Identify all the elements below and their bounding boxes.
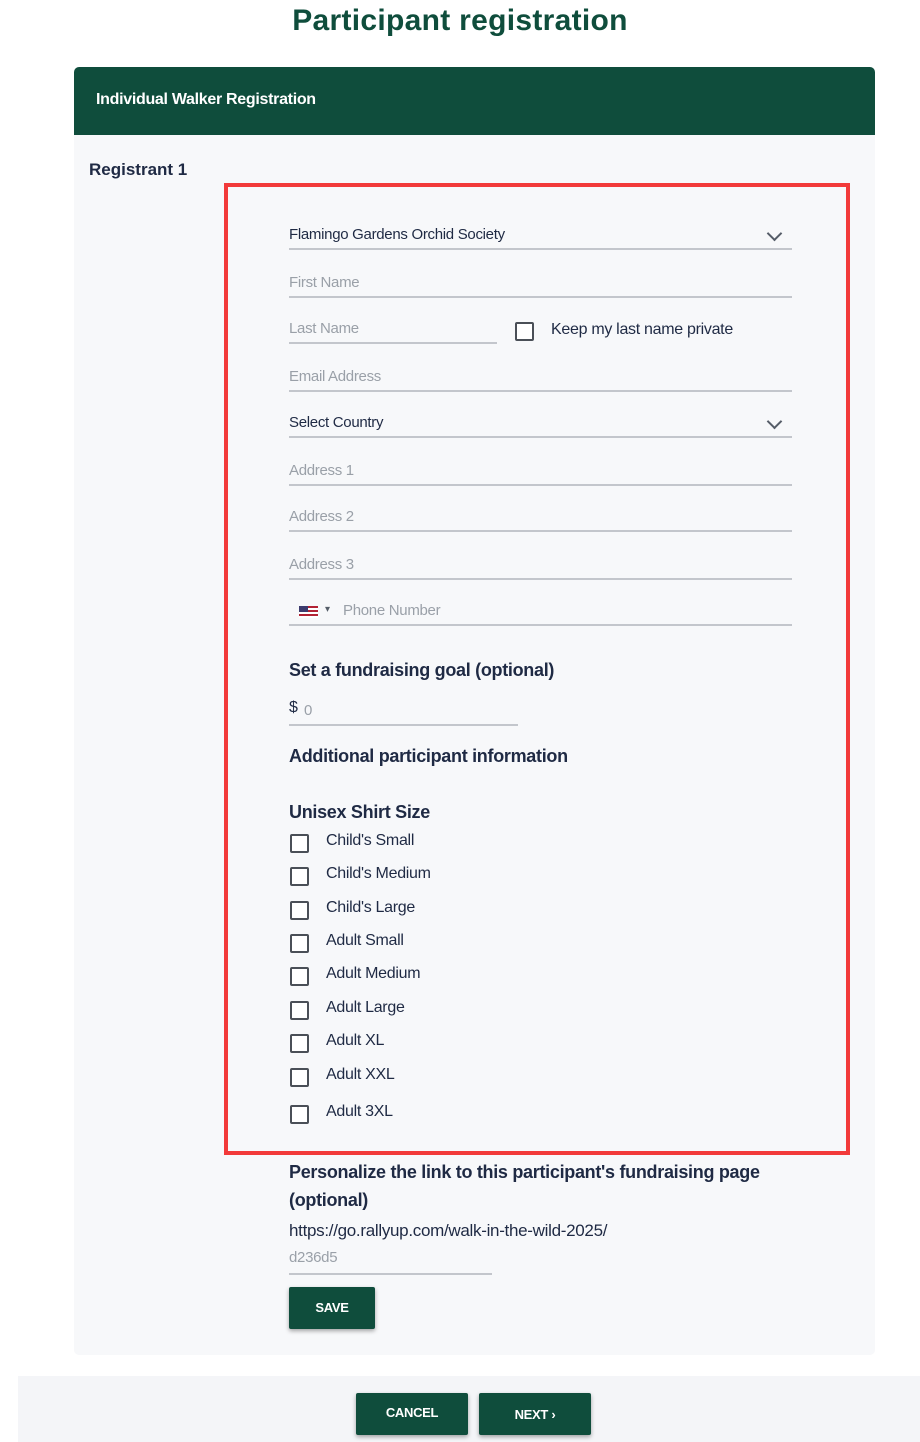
caret-down-icon[interactable]: ▾ (325, 604, 330, 615)
registrant-label: Registrant 1 (89, 160, 188, 179)
page-title: Participant registration (292, 4, 628, 37)
shirt-size-checkbox-6[interactable] (290, 1034, 309, 1053)
first-name-input[interactable]: First Name (289, 268, 792, 298)
keep-last-name-private-label: Keep my last name private (551, 321, 733, 338)
us-flag-icon[interactable] (299, 606, 318, 618)
organization-value: Flamingo Gardens Orchid Society (289, 226, 505, 243)
first-name-placeholder: First Name (289, 274, 360, 291)
organization-select[interactable]: Flamingo Gardens Orchid Society (289, 220, 792, 250)
shirt-size-checkbox-4[interactable] (290, 967, 309, 986)
country-select[interactable]: Select Country (289, 408, 792, 438)
shirt-size-label-8: Adult 3XL (326, 1103, 393, 1120)
address3-placeholder: Address 3 (289, 556, 354, 573)
address2-placeholder: Address 2 (289, 508, 354, 525)
address3-input[interactable]: Address 3 (289, 550, 792, 580)
shirt-size-checkbox-5[interactable] (290, 1001, 309, 1020)
card-header: Individual Walker Registration (74, 67, 875, 135)
phone-input[interactable]: Phone Number (289, 596, 792, 626)
shirt-size-label-3: Adult Small (326, 932, 404, 949)
shirt-size-checkbox-7[interactable] (290, 1068, 309, 1087)
next-button[interactable]: NEXT › (479, 1393, 591, 1435)
last-name-placeholder: Last Name (289, 320, 359, 337)
url-slug-placeholder: d236d5 (289, 1249, 338, 1266)
shirt-size-checkbox-0[interactable] (290, 834, 309, 853)
save-button[interactable]: SAVE (289, 1287, 375, 1329)
shirt-size-label-0: Child's Small (326, 832, 415, 849)
shirt-size-label-4: Adult Medium (326, 965, 421, 982)
chevron-down-icon (766, 225, 783, 242)
address1-input[interactable]: Address 1 (289, 456, 792, 486)
shirt-size-checkbox-1[interactable] (290, 867, 309, 886)
shirt-size-checkbox-2[interactable] (290, 901, 309, 920)
footer-bar (18, 1376, 920, 1442)
shirt-size-checkbox-8[interactable] (290, 1105, 309, 1124)
chevron-down-icon (766, 413, 783, 430)
url-slug-input[interactable]: d236d5 (289, 1245, 492, 1275)
email-field[interactable]: Email Address (289, 362, 792, 392)
address1-placeholder: Address 1 (289, 462, 354, 479)
shirt-size-title: Unisex Shirt Size (289, 802, 430, 822)
shirt-size-checkbox-3[interactable] (290, 934, 309, 953)
personalize-link-title: Personalize the link to this participant… (289, 1162, 760, 1210)
additional-info-title: Additional participant information (289, 746, 568, 766)
shirt-size-label-6: Adult XL (326, 1032, 385, 1049)
url-prefix: https://go.rallyup.com/walk-in-the-wild-… (289, 1221, 608, 1240)
shirt-size-label-5: Adult Large (326, 999, 405, 1016)
shirt-size-label-2: Child's Large (326, 899, 415, 916)
phone-placeholder: Phone Number (343, 602, 441, 619)
fundraising-goal-input[interactable] (289, 696, 518, 726)
fundraising-goal-title: Set a fundraising goal (optional) (289, 660, 555, 680)
fundraising-goal-value: 0 (304, 702, 313, 719)
country-value: Select Country (289, 414, 384, 431)
shirt-size-label-1: Child's Medium (326, 865, 431, 882)
currency-symbol: $ (289, 699, 298, 716)
last-name-input[interactable]: Last Name (289, 314, 497, 344)
shirt-size-label-7: Adult XXL (326, 1066, 395, 1083)
email-placeholder: Email Address (289, 368, 381, 385)
keep-last-name-private-checkbox[interactable] (515, 322, 534, 341)
address2-input[interactable]: Address 2 (289, 502, 792, 532)
cancel-button[interactable]: CANCEL (356, 1393, 468, 1435)
